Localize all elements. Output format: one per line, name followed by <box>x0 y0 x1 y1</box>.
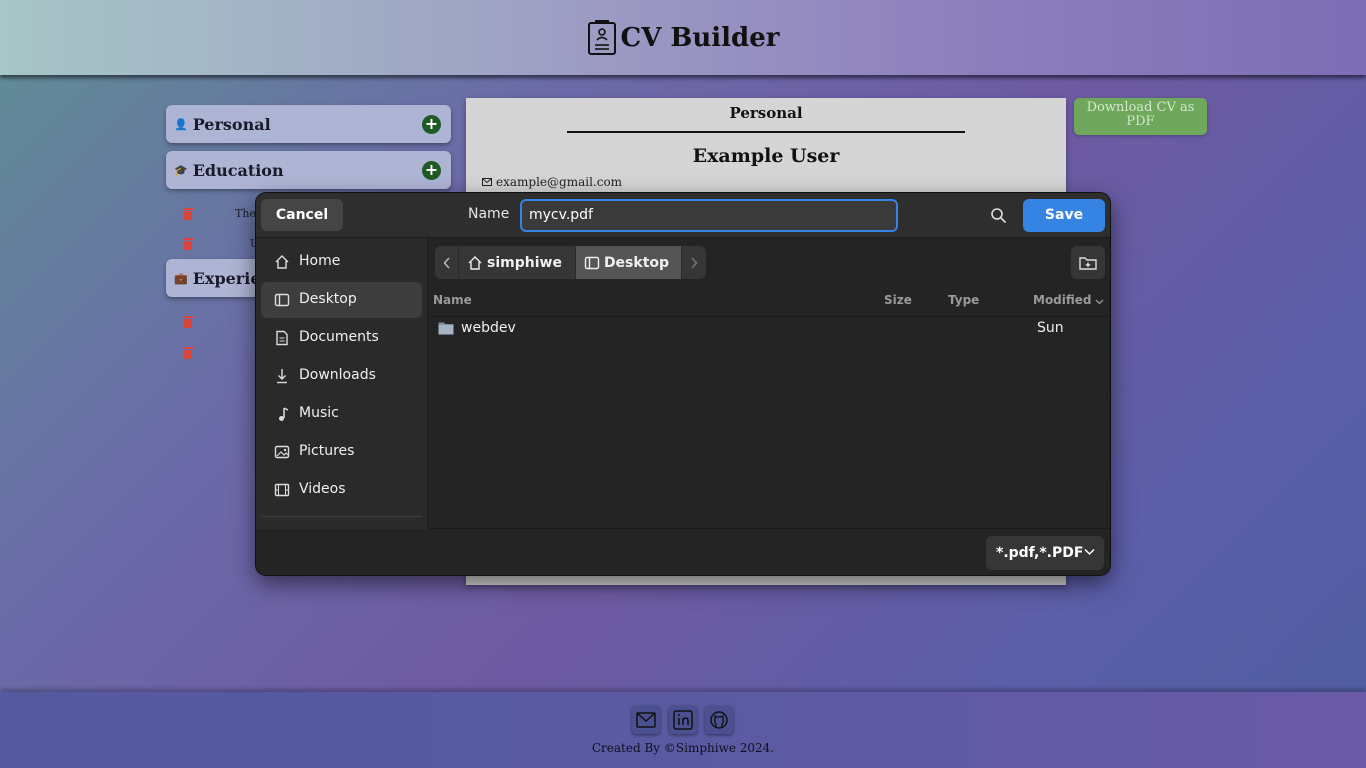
cv-name: Example User <box>692 145 840 167</box>
cv-document-icon <box>587 19 616 55</box>
chevron-left-icon <box>442 256 450 269</box>
person-icon: 👤 <box>174 117 188 131</box>
chevron-down-icon <box>1084 548 1095 556</box>
github-icon[interactable] <box>705 706 733 734</box>
file-modified: Sun <box>1037 320 1064 336</box>
place-label: Music <box>299 405 339 421</box>
brand: CV Builder <box>587 19 780 56</box>
path-bar: simphiwe Desktop <box>435 246 707 279</box>
place-label: Home <box>299 253 341 269</box>
places-sidebar: Home Desktop Documents Downloads Music P… <box>256 238 428 529</box>
column-modified[interactable]: Modified <box>1033 293 1092 307</box>
section-personal[interactable]: 👤 Personal + <box>166 105 451 143</box>
chevron-down-icon <box>1095 299 1104 305</box>
app-header: CV Builder <box>0 0 1366 75</box>
place-label: Pictures <box>299 443 355 459</box>
mail-icon[interactable] <box>632 706 660 734</box>
trash-icon[interactable] <box>182 237 194 250</box>
table-row[interactable]: webdev Sun <box>429 317 1110 339</box>
trash-icon[interactable] <box>182 207 194 220</box>
filename-label: Name <box>468 206 510 222</box>
place-home[interactable]: Home <box>261 244 422 280</box>
search-icon[interactable] <box>990 207 1007 224</box>
place-label: Documents <box>299 329 379 345</box>
section-label: Personal <box>192 114 271 134</box>
trash-icon[interactable] <box>182 346 194 359</box>
film-icon <box>274 483 290 497</box>
path-item-desktop[interactable]: Desktop <box>575 246 683 279</box>
path-label: Desktop <box>603 254 670 271</box>
entry-label: The <box>235 207 256 220</box>
filename-input[interactable]: mycv.pdf <box>520 199 898 232</box>
place-pictures[interactable]: Pictures <box>261 434 422 470</box>
envelope-icon <box>482 178 492 186</box>
section-education[interactable]: 🎓 Education + <box>166 151 451 189</box>
file-type-filter[interactable]: *.pdf,*.PDF <box>986 536 1104 570</box>
desktop-icon <box>584 256 600 269</box>
picture-icon <box>274 445 290 459</box>
filter-label: *.pdf,*.PDF <box>996 545 1084 561</box>
new-folder-icon <box>1079 256 1097 270</box>
folder-icon <box>438 322 454 335</box>
briefcase-icon: 💼 <box>174 271 188 285</box>
place-music[interactable]: Music <box>261 396 422 432</box>
file-list-header: Name Size Type Modified <box>429 289 1110 317</box>
place-label: Videos <box>299 481 346 497</box>
place-documents[interactable]: Documents <box>261 320 422 356</box>
footer-credit: Created By ©Simphiwe 2024. <box>591 741 775 755</box>
page-footer: Created By ©Simphiwe 2024. <box>0 692 1366 768</box>
save-file-dialog: Cancel Name mycv.pdf Save Home Desktop D… <box>256 193 1110 575</box>
desktop-icon <box>274 293 290 307</box>
document-icon <box>276 330 288 346</box>
download-icon <box>277 369 287 384</box>
place-label: Downloads <box>299 367 376 383</box>
path-label: simphiwe <box>487 254 562 271</box>
cv-section-title: Personal <box>729 104 803 122</box>
section-label: Education <box>192 160 284 180</box>
path-back-button[interactable] <box>435 246 459 279</box>
linkedin-icon[interactable] <box>669 706 697 734</box>
app-title: CV Builder <box>620 22 780 53</box>
divider <box>567 131 965 133</box>
place-videos[interactable]: Videos <box>261 472 422 508</box>
path-item-home[interactable]: simphiwe <box>459 246 576 279</box>
download-pdf-button[interactable]: Download CV as PDF <box>1074 98 1207 135</box>
file-name: webdev <box>461 320 516 336</box>
trash-icon[interactable] <box>182 315 194 328</box>
music-note-icon <box>279 407 289 421</box>
cv-email: example@gmail.com <box>482 175 622 189</box>
add-education-button[interactable]: + <box>422 161 441 180</box>
chevron-right-icon <box>691 256 698 269</box>
email-text: example@gmail.com <box>496 175 623 189</box>
cancel-button[interactable]: Cancel <box>261 199 343 231</box>
column-type[interactable]: Type <box>948 293 979 307</box>
save-button[interactable]: Save <box>1023 199 1105 232</box>
home-icon <box>468 255 482 270</box>
dialog-header: Cancel Name mycv.pdf Save <box>256 193 1110 238</box>
place-downloads[interactable]: Downloads <box>261 358 422 394</box>
add-personal-button[interactable]: + <box>422 115 441 134</box>
column-name[interactable]: Name <box>433 293 472 307</box>
column-size[interactable]: Size <box>884 293 912 307</box>
home-icon <box>275 255 289 269</box>
graduation-icon: 🎓 <box>174 163 188 177</box>
new-folder-button[interactable] <box>1071 246 1105 279</box>
place-desktop[interactable]: Desktop <box>261 282 422 318</box>
path-forward-button[interactable] <box>682 246 707 279</box>
place-label: Desktop <box>299 291 357 307</box>
divider <box>261 516 422 517</box>
dialog-footer: *.pdf,*.PDF <box>256 529 1110 575</box>
